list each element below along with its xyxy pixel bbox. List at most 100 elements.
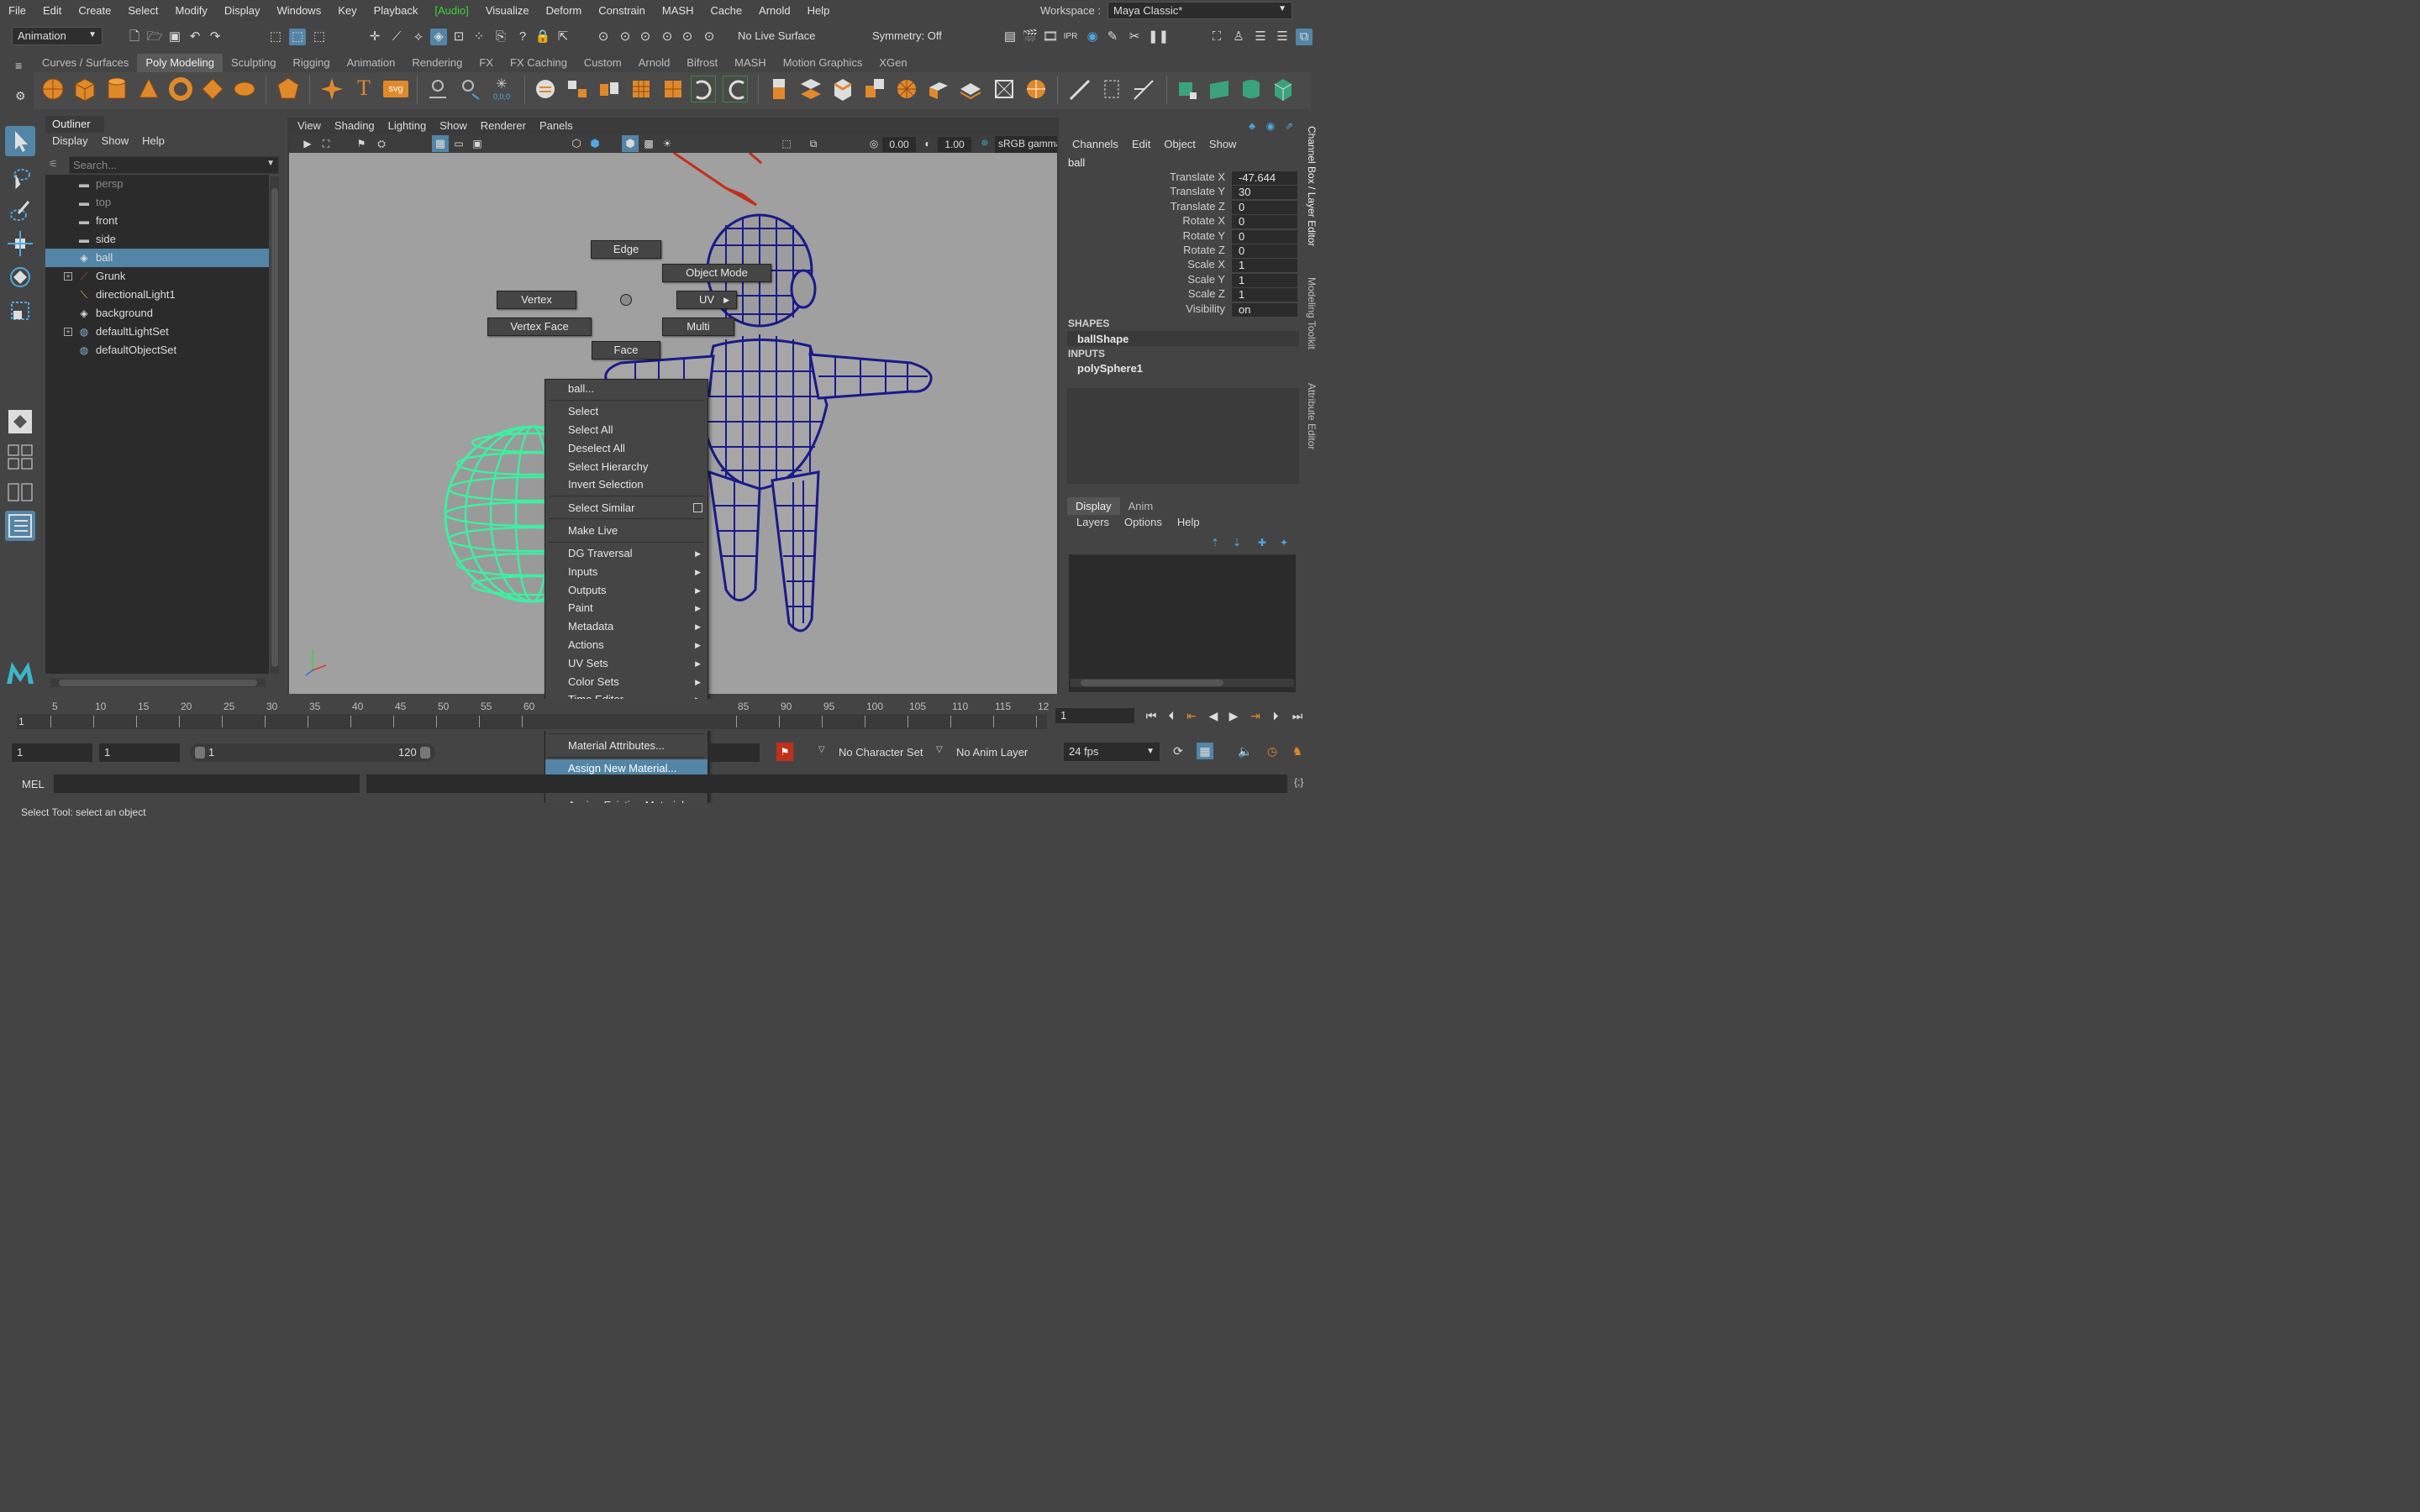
uv-automatic-icon[interactable] [1270,76,1296,102]
scale-tool-icon[interactable] [5,296,35,326]
menu-key[interactable]: Key [329,4,365,17]
menu-constrain[interactable]: Constrain [590,4,654,17]
context-menu-item-material-attributes---[interactable]: Material Attributes... [545,737,708,755]
shelf-tab-mash[interactable]: MASH [726,54,775,72]
channel-box-icon[interactable]: ⧉ [1296,29,1313,45]
shelf-tab-motion-graphics[interactable]: Motion Graphics [775,54,871,72]
viewport-menu-lighting[interactable]: Lighting [381,119,434,132]
outliner-item-ball[interactable]: ◈ ball [45,249,269,267]
select-component-icon[interactable]: ⬚ [311,29,328,45]
redo-icon[interactable]: ↷ [207,29,224,45]
auto-key-icon[interactable]: ⚑ [776,743,793,761]
mirror-geometry-icon[interactable] [723,76,748,102]
context-menu-item-select-all[interactable]: Select All [545,421,708,439]
menu-audio[interactable]: [Audio] [426,4,476,17]
marking-menu-vertex-face[interactable]: Vertex Face [487,318,592,336]
svg-icon[interactable]: svg [383,81,408,97]
uv-planar-icon[interactable] [1207,76,1232,102]
marking-menu-multi[interactable]: Multi [662,318,734,336]
context-menu-item-inputs[interactable]: Inputs ▶ [545,563,708,581]
scroll-thumb[interactable] [59,680,257,686]
context-menu-item-make-live[interactable]: Make Live [545,522,708,540]
shelf-tab-rendering[interactable]: Rendering [403,54,471,72]
playback-start-field[interactable]: 1 [99,743,180,762]
outliner-menu-show[interactable]: Show [95,134,136,147]
marking-menu-uv[interactable]: UV ▶ [676,291,737,309]
hypershade-icon[interactable]: ✎ [1104,29,1121,45]
camera-attributes-icon[interactable]: ⛶ [318,135,334,152]
attr-value-rotate-y[interactable]: 0 [1232,229,1297,244]
fill-hole-icon[interactable] [862,76,887,102]
select-hierarchy-icon[interactable]: ⬚ [267,29,284,45]
option-box-icon[interactable] [693,502,702,512]
uv-map-icon[interactable] [1175,76,1200,102]
snap-live-icon[interactable]: ⁘ [471,29,487,45]
channel-box-menu-channels[interactable]: Channels [1065,138,1125,150]
history-icon[interactable]: ⎘ [492,29,509,45]
channel-box-menu-show[interactable]: Show [1202,138,1244,150]
anim-layer-field[interactable]: No Anim Layer [956,746,1028,759]
menu-deform[interactable]: Deform [538,4,591,17]
layer-menu-options[interactable]: Options [1117,516,1170,528]
attr-value-rotate-x[interactable]: 0 [1232,215,1297,229]
select-tool-icon[interactable] [5,126,35,156]
layer-hscrollbar[interactable] [1071,679,1294,687]
channel-box-menu-edit[interactable]: Edit [1125,138,1157,150]
animation-start-field[interactable]: 1 [12,743,92,762]
move-layer-down-icon[interactable]: ⇣ [1228,534,1245,551]
outliner-scrollbar[interactable] [271,176,279,674]
time-settings-icon[interactable]: ◷ [1264,743,1281,759]
bridge-icon[interactable] [798,76,823,102]
menu-display[interactable]: Display [216,4,269,17]
rotate-channels-icon[interactable]: ◉ [1262,118,1279,134]
filter-icon[interactable]: ⚟ [49,158,58,170]
context-menu-item-invert-selection[interactable]: Invert Selection [545,475,708,494]
outliner-item-front[interactable]: ▬ front [45,212,269,230]
move-layer-up-icon[interactable]: ⇡ [1207,534,1223,551]
bevel-icon[interactable] [830,76,855,102]
context-menu-item-deselect-all[interactable]: Deselect All [545,439,708,458]
channel-box-menu-object[interactable]: Object [1157,138,1202,150]
scroll-thumb[interactable] [271,188,278,667]
fps-select[interactable]: 24 fps ▼ [1064,743,1160,761]
outliner-item-defaultobjectset[interactable]: ◍ defaultObjectSet [45,341,269,360]
lasso-view-icon[interactable]: ⊙ [701,29,718,45]
range-end-field[interactable] [708,743,760,762]
step-forward-key-icon[interactable]: ⇥ [1247,707,1264,724]
outliner-menu-display[interactable]: Display [45,134,95,147]
smooth-shade-icon[interactable]: ⬢ [587,135,603,152]
attr-label-translate-y[interactable]: Translate Y [1065,185,1225,197]
context-menu-item-outputs[interactable]: Outputs ▶ [545,581,708,600]
menu-windows[interactable]: Windows [268,4,329,17]
marking-menu-vertex[interactable]: Vertex [497,291,576,309]
viewport-menu-panels[interactable]: Panels [533,119,580,132]
tool-settings-icon[interactable]: ☰ [1274,29,1291,45]
outliner-title[interactable]: Outliner [45,116,104,133]
uv-cylindrical-icon[interactable] [1239,76,1264,102]
render-frame-icon[interactable]: 🎬 [1022,29,1039,45]
modeling-toolkit-icon[interactable]: ⛶ [1208,29,1225,45]
lock-icon[interactable]: 🔒 [534,29,551,45]
color-space-field[interactable]: sRGB gamma [995,136,1057,153]
shelf-tab-poly-modeling[interactable]: Poly Modeling [137,54,223,72]
locator-icon[interactable] [457,76,482,102]
attribute-editor-icon[interactable]: ☰ [1252,29,1269,45]
menu-file[interactable]: File [0,4,34,17]
snap-view-plane-icon[interactable]: ⊡ [450,29,467,45]
menu-arnold[interactable]: Arnold [750,4,799,17]
color-management-icon[interactable]: ⊛ [976,135,993,152]
context-menu-item-select-similar[interactable]: Select Similar [545,499,708,517]
film-gate-icon[interactable]: ▭ [450,135,467,152]
context-menu-item-ball---[interactable]: ball... [545,380,708,398]
outliner-item-top[interactable]: ▬ top [45,193,269,212]
menu-set-select[interactable]: Animation ▼ [12,27,103,45]
poly-cube-icon[interactable] [72,76,97,102]
layer-menu-layers[interactable]: Layers [1069,516,1117,528]
menu-modify[interactable]: Modify [167,4,216,17]
script-editor-icon[interactable]: {;} [1294,776,1303,788]
attr-value-translate-x[interactable]: -47.644 [1232,171,1297,185]
render-view-icon[interactable]: ▤ [1002,29,1018,45]
measure-icon[interactable] [425,76,450,102]
layer-tab-anim[interactable]: Anim [1120,497,1162,515]
snap-curve-icon[interactable]: ⟋ [388,29,405,45]
